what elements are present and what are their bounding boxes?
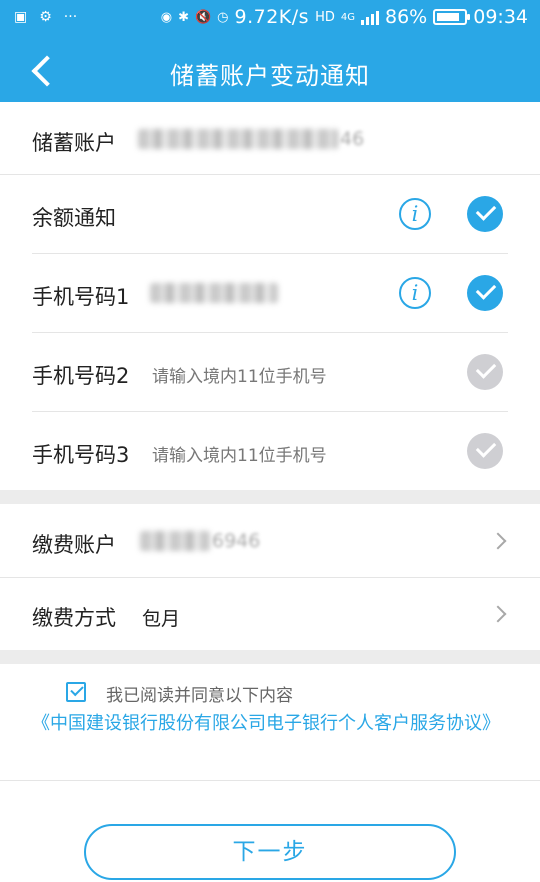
phone2-label: 手机号码2 [32,364,130,388]
phone2-row[interactable]: 手机号码2 请输入境内11位手机号 [0,333,540,411]
location-icon: ◉ [160,9,173,25]
gear-icon: ⚙ [39,9,52,25]
bluetooth-icon: ✱ [178,9,189,25]
network-speed: 9.72K/s [234,6,310,28]
payment-account-row[interactable]: 缴费账户 6946 [0,504,540,578]
phone2-input[interactable]: 请输入境内11位手机号 [152,362,327,387]
agreement-checkbox[interactable] [66,682,86,702]
phone3-label: 手机号码3 [32,443,130,467]
masked-account-number [138,129,338,149]
masked-payment-account [140,531,210,551]
masked-phone-number [150,283,278,303]
phone1-check[interactable] [467,275,503,311]
savings-account-label: 储蓄账户 [32,131,116,155]
more-label: ··· [63,9,78,25]
page-title: 储蓄账户变动通知 [170,62,370,90]
alarm-icon: ◷ [217,9,229,25]
status-left-icons: ▣ ⚙ ··· [14,9,77,25]
signal-icon [361,9,379,25]
payment-account-suffix: 6946 [212,530,261,552]
chevron-right-icon [489,605,507,623]
balance-notify-row[interactable]: 余额通知 i [0,175,540,253]
chevron-right-icon [489,532,507,550]
account-suffix: 46 [340,128,365,150]
payment-method-value: 包月 [142,608,181,630]
clock: 09:34 [473,6,528,28]
balance-notify-label: 余额通知 [32,206,116,230]
battery-icon [433,9,471,25]
next-button[interactable]: 下一步 [84,824,456,880]
phone1-row[interactable]: 手机号码1 i [0,254,540,332]
status-right-icons: ◉ ✱ 🔇 ◷ 9.72K/s HD 4G 86% 09:34 [161,6,528,28]
battery-percent: 86% [385,6,428,28]
payment-account-label: 缴费账户 [32,533,116,557]
nav-bar: 储蓄账户变动通知 [0,38,540,102]
agreement-text: 我已阅读并同意以下内容 [106,686,293,706]
net-type: 4G [340,11,355,23]
agreement-link[interactable]: 《中国建设银行股份有限公司电子银行个人客户服务协议》 [32,710,502,737]
phone3-check[interactable] [467,433,503,469]
status-bar: ▣ ⚙ ··· ◉ ✱ 🔇 ◷ 9.72K/s HD 4G 86% 09:34 [0,0,540,38]
phone1-label: 手机号码1 [32,285,130,309]
phone3-row[interactable]: 手机号码3 请输入境内11位手机号 [0,412,540,490]
balance-notify-check[interactable] [467,196,503,232]
phone3-input[interactable]: 请输入境内11位手机号 [152,441,327,466]
info-icon[interactable]: i [399,198,431,230]
payment-method-label: 缴费方式 [32,606,116,630]
savings-account-row: 储蓄账户 46 [0,102,540,174]
info-icon[interactable]: i [399,277,431,309]
section-gap [0,490,540,504]
mute-icon: 🔇 [194,9,212,25]
divider [0,780,540,781]
battery-fill [437,13,460,21]
hd-label: HD [315,9,335,25]
image-icon: ▣ [14,9,28,25]
section-gap [0,650,540,664]
phone2-check[interactable] [467,354,503,390]
payment-method-row[interactable]: 缴费方式 包月 [0,578,540,650]
